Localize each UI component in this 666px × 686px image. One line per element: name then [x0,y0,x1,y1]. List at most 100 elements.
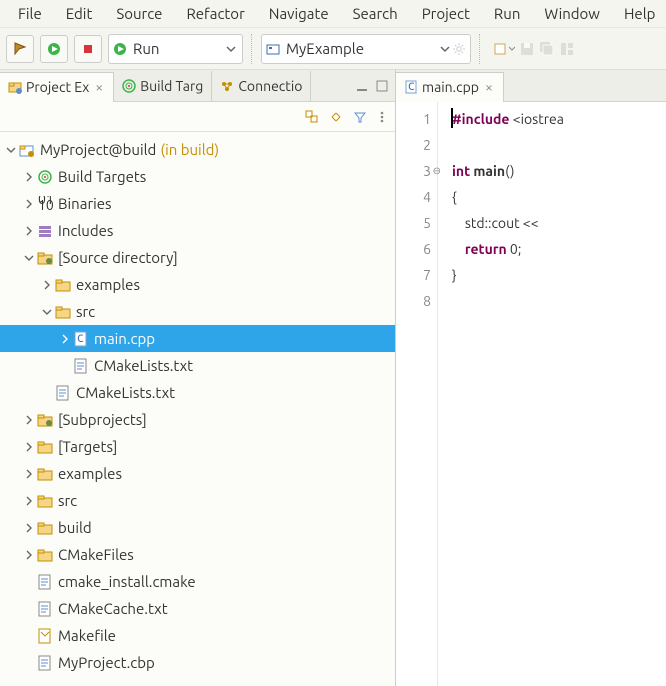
folder-icon [36,438,54,456]
twisty-icon[interactable] [40,307,54,317]
perspective-icon[interactable] [559,41,575,57]
twisty-icon[interactable] [22,550,36,560]
twisty-icon[interactable] [22,226,36,236]
project-explorer-icon [8,80,22,94]
menu-bar: FileEditSourceRefactorNavigateSearchProj… [0,0,666,28]
project-select[interactable]: MyExample [261,34,471,64]
code-area[interactable]: #include <iostrea int main(){ std::cout … [438,102,564,686]
build-button[interactable] [6,35,34,63]
close-icon[interactable]: × [483,79,495,95]
project-explorer-toolbar [0,102,395,132]
tree-item[interactable]: [Subprojects] [0,406,395,433]
code-editor[interactable]: 123⊖45678 #include <iostrea int main(){ … [396,102,666,686]
svg-text:c: c [408,80,415,93]
save-icon[interactable] [519,41,535,57]
tree-label: Binaries [58,195,112,212]
run-button[interactable] [40,35,68,63]
project-tree[interactable]: MyProject@build(in build)Build Targets01… [0,132,395,686]
tree-item[interactable]: MyProject@build(in build) [0,136,395,163]
menu-window[interactable]: Window [534,3,610,24]
editor-tab-bar: c main.cpp × [396,70,666,102]
editor-tab-main-cpp[interactable]: c main.cpp × [396,72,504,102]
file-icon [72,357,90,375]
menu-file[interactable]: File [8,3,52,24]
filter-icon[interactable] [353,110,367,124]
tree-item[interactable]: cmake_install.cmake [0,568,395,595]
tree-item[interactable]: examples [0,271,395,298]
chevron-down-icon [440,44,450,54]
menu-project[interactable]: Project [412,3,480,24]
tree-item[interactable]: 0110Binaries [0,190,395,217]
stop-button[interactable] [74,35,102,63]
menu-refactor[interactable]: Refactor [176,3,254,24]
minimize-icon[interactable] [355,79,369,93]
twisty-icon[interactable] [22,523,36,533]
twisty-icon[interactable] [22,199,36,209]
main-toolbar: Run MyExample [0,28,666,70]
tree-label: CMakeFiles [58,546,134,563]
tree-item[interactable]: CMakeFiles [0,541,395,568]
tree-label: MyProject@build [40,141,156,158]
tree-suffix: (in build) [160,141,219,158]
connections-icon [220,79,234,93]
view-tab-build-targets[interactable]: Build Targ [114,71,212,101]
srcdir-icon [36,249,54,267]
launch-config-select[interactable]: Run [108,34,243,64]
new-dropdown-icon[interactable] [493,41,515,57]
twisty-icon[interactable] [22,496,36,506]
tree-item[interactable]: Build Targets [0,163,395,190]
menu-help[interactable]: Help [614,3,665,24]
save-all-icon[interactable] [539,41,555,57]
close-icon[interactable]: × [93,79,105,95]
view-tab-connections[interactable]: Connectio [212,71,311,101]
proj-icon [18,141,36,159]
twisty-icon[interactable] [22,253,36,263]
twisty-icon[interactable] [22,172,36,182]
twisty-icon[interactable] [4,145,18,155]
maximize-icon[interactable] [375,79,389,93]
editor-tab-label: main.cpp [422,79,479,95]
menu-edit[interactable]: Edit [56,3,103,24]
project-select-label: MyExample [280,40,438,57]
twisty-icon[interactable] [58,334,72,344]
tree-item[interactable]: Makefile [0,622,395,649]
tree-item[interactable]: CMakeLists.txt [0,352,395,379]
tree-label: CMakeCache.txt [58,600,168,617]
menu-run[interactable]: Run [484,3,530,24]
link-editor-icon[interactable] [329,110,343,124]
collapse-all-icon[interactable] [305,110,319,124]
tree-item[interactable]: build [0,514,395,541]
tree-label: cmake_install.cmake [58,573,196,590]
svg-text:c: c [77,331,84,345]
twisty-icon[interactable] [22,469,36,479]
twisty-icon[interactable] [22,442,36,452]
tree-item[interactable]: examples [0,460,395,487]
twisty-icon[interactable] [40,280,54,290]
tree-item[interactable]: src [0,298,395,325]
menu-search[interactable]: Search [343,3,408,24]
cfile-icon: c [72,330,90,348]
line-gutter: 123⊖45678 [396,102,438,686]
srcdir-icon [36,411,54,429]
view-tab-project-explorer[interactable]: Project Ex× [0,72,114,102]
folder-icon [54,276,72,294]
folder-icon [36,519,54,537]
tree-label: src [58,492,77,509]
tree-label: Makefile [58,627,116,644]
tree-item[interactable]: CMakeCache.txt [0,595,395,622]
menu-source[interactable]: Source [106,3,172,24]
view-menu-icon[interactable] [377,110,387,124]
tree-item[interactable]: [Targets] [0,433,395,460]
tree-label: [Subprojects] [58,411,147,428]
tree-item[interactable]: src [0,487,395,514]
tree-item[interactable]: cmain.cpp [0,325,395,352]
tree-item[interactable]: [Source directory] [0,244,395,271]
tree-item[interactable]: MyProject.cbp [0,649,395,676]
gear-icon[interactable] [452,42,466,56]
target-icon [122,79,136,93]
tree-item[interactable]: Includes [0,217,395,244]
folder-icon [54,303,72,321]
twisty-icon[interactable] [22,415,36,425]
tree-item[interactable]: CMakeLists.txt [0,379,395,406]
menu-navigate[interactable]: Navigate [259,3,339,24]
